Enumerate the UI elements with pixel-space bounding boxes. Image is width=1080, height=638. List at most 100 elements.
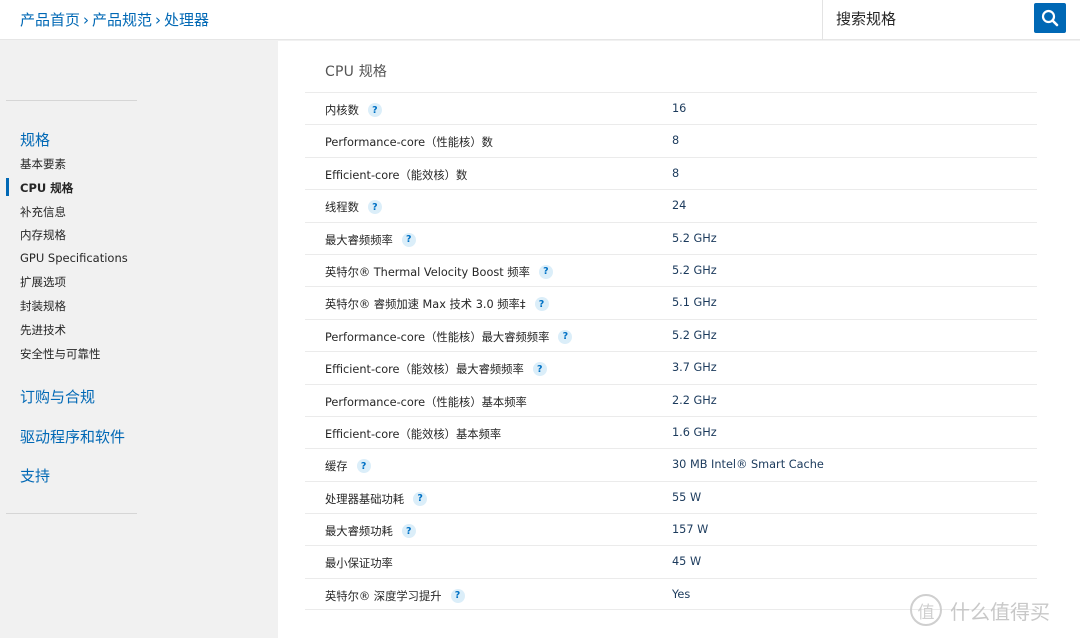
spec-label-text: 最小保证功率 xyxy=(325,557,393,571)
breadcrumb-home-link[interactable]: 产品首页 xyxy=(20,11,80,29)
watermark-text: 什么值得买 xyxy=(950,599,1050,624)
help-icon[interactable]: ? xyxy=(356,459,371,474)
breadcrumb-separator: › xyxy=(83,11,90,29)
help-icon[interactable]: ? xyxy=(401,232,416,247)
sidebar: 规格 基本要素 CPU 规格 补充信息 内存规格 GPU Specificati… xyxy=(0,41,278,638)
sidebar-item-cpu-specs[interactable]: CPU 规格 xyxy=(20,180,73,196)
spec-label: 英特尔® 睿频加速 Max 技术 3.0 频率‡? xyxy=(325,296,549,312)
sidebar-heading-ordering[interactable]: 订购与合规 xyxy=(20,386,95,407)
spec-label-text: Efficient-core（能效核）最大睿频频率 xyxy=(325,363,524,377)
spec-value: 5.2 GHz xyxy=(672,328,717,342)
spec-label: Performance-core（性能核）数 xyxy=(325,134,493,150)
help-icon[interactable]: ? xyxy=(532,362,547,377)
spec-row: Efficient-core（能效核）数 8 xyxy=(305,156,1037,189)
spec-label-text: Efficient-core（能效核）基本频率 xyxy=(325,427,502,441)
spec-value: 3.7 GHz xyxy=(672,361,717,375)
spec-row: Performance-core（性能核）基本频率 2.2 GHz xyxy=(305,383,1037,416)
spec-row: 英特尔® 睿频加速 Max 技术 3.0 频率‡? 5.1 GHz xyxy=(305,286,1037,318)
spec-label: 最大睿频频率? xyxy=(325,232,416,248)
search-input[interactable] xyxy=(836,6,1026,32)
sidebar-item-expansion[interactable]: 扩展选项 xyxy=(20,274,66,290)
sidebar-divider xyxy=(6,513,137,514)
spec-value: 45 W xyxy=(672,555,702,569)
search-divider xyxy=(822,0,823,40)
help-icon[interactable]: ? xyxy=(367,103,382,117)
spec-label: Efficient-core（能效核）最大睿频频率? xyxy=(325,361,547,377)
section-title: CPU 规格 xyxy=(325,64,388,80)
help-icon[interactable]: ? xyxy=(367,200,382,215)
help-icon[interactable]: ? xyxy=(413,491,428,506)
sidebar-item-advanced-tech[interactable]: 先进技术 xyxy=(20,322,66,338)
help-icon[interactable]: ? xyxy=(401,524,416,539)
spec-value: 2.2 GHz xyxy=(672,393,717,407)
spec-label: 内核数? xyxy=(325,102,382,118)
spec-row: Efficient-core（能效核）最大睿频频率? 3.7 GHz xyxy=(305,351,1037,383)
active-item-marker xyxy=(6,178,9,196)
sidebar-item-security[interactable]: 安全性与可靠性 xyxy=(20,346,101,362)
spec-label: Performance-core（性能核）最大睿频频率? xyxy=(325,329,573,345)
sidebar-heading-support[interactable]: 支持 xyxy=(20,465,50,486)
sidebar-divider xyxy=(6,100,137,101)
spec-row: 处理器基础功耗? 55 W xyxy=(305,480,1037,513)
spec-value: 1.6 GHz xyxy=(672,425,717,439)
breadcrumb: 产品首页 › 产品规范 › 处理器 xyxy=(20,9,209,30)
spec-table: 内核数? 16 Performance-core（性能核）数 8 Efficient-c… xyxy=(305,92,1037,611)
help-icon[interactable]: ? xyxy=(558,329,573,344)
breadcrumb-processors-link[interactable]: 处理器 xyxy=(164,11,209,29)
spec-label: 缓存? xyxy=(325,458,371,474)
help-icon[interactable]: ? xyxy=(450,588,465,603)
sidebar-heading-drivers[interactable]: 驱动程序和软件 xyxy=(20,426,125,447)
search-button[interactable] xyxy=(1034,3,1066,33)
sidebar-item-memory[interactable]: 内存规格 xyxy=(20,227,66,243)
spec-label-text: 英特尔® Thermal Velocity Boost 频率 xyxy=(325,265,530,279)
spec-row: Performance-core（性能核）数 8 xyxy=(305,124,1037,156)
spec-row: Performance-core（性能核）最大睿频频率? 5.2 GHz xyxy=(305,318,1037,351)
sidebar-item-gpu[interactable]: GPU Specifications xyxy=(20,251,128,265)
spec-label-text: 最大睿频功耗 xyxy=(325,525,393,539)
spec-row: 缓存? 30 MB Intel® Smart Cache xyxy=(305,448,1037,480)
spec-value: 24 xyxy=(672,199,687,213)
spec-row: 英特尔® Thermal Velocity Boost 频率? 5.2 GHz xyxy=(305,253,1037,286)
sidebar-heading-specs[interactable]: 规格 xyxy=(20,129,50,150)
breadcrumb-separator: › xyxy=(155,11,162,29)
spec-label-text: Performance-core（性能核）数 xyxy=(325,136,493,150)
spec-label-text: 英特尔® 睿频加速 Max 技术 3.0 频率‡ xyxy=(325,298,526,312)
sidebar-item-package[interactable]: 封装规格 xyxy=(20,298,66,314)
spec-value: Yes xyxy=(672,587,691,601)
spec-label-text: 处理器基础功耗 xyxy=(325,492,405,506)
breadcrumb-specs-link[interactable]: 产品规范 xyxy=(92,11,152,29)
help-icon[interactable]: ? xyxy=(534,297,549,312)
spec-value: 8 xyxy=(672,134,680,148)
spec-label: 处理器基础功耗? xyxy=(325,491,428,507)
spec-label: Efficient-core（能效核）数 xyxy=(325,167,467,183)
spec-value: 5.2 GHz xyxy=(672,231,717,245)
spec-label-text: 缓存 xyxy=(325,460,348,474)
sidebar-item-essentials[interactable]: 基本要素 xyxy=(20,156,66,172)
spec-label-text: 线程数 xyxy=(325,201,359,215)
spec-label: 英特尔® 深度学习提升? xyxy=(325,588,465,604)
spec-value: 30 MB Intel® Smart Cache xyxy=(672,458,824,472)
spec-value: 8 xyxy=(672,166,680,180)
spec-row: 最大睿频频率? 5.2 GHz xyxy=(305,221,1037,254)
main-content: CPU 规格 内核数? 16 Performance-core（性能核）数 8 Effi… xyxy=(278,41,1080,638)
spec-label-text: Performance-core（性能核）最大睿频频率 xyxy=(325,330,550,344)
spec-label-text: 内核数 xyxy=(325,104,359,117)
spec-row: 最小保证功率 45 W xyxy=(305,545,1037,577)
spec-label-text: Efficient-core（能效核）数 xyxy=(325,168,468,182)
spec-row: 线程数? 24 xyxy=(305,189,1037,221)
spec-label-text: 英特尔® 深度学习提升 xyxy=(325,589,442,603)
help-icon[interactable]: ? xyxy=(538,264,553,279)
spec-label: 线程数? xyxy=(325,199,382,215)
sidebar-item-supplemental[interactable]: 补充信息 xyxy=(20,204,66,220)
spec-value: 157 W xyxy=(672,523,709,537)
spec-value: 5.1 GHz xyxy=(672,296,717,310)
spec-value: 55 W xyxy=(672,490,702,504)
watermark-logo: 值 xyxy=(910,594,942,626)
spec-row: 最大睿频功耗? 157 W xyxy=(305,513,1037,545)
spec-label-text: 最大睿频频率 xyxy=(325,233,393,247)
spec-label: 最大睿频功耗? xyxy=(325,523,416,539)
search-icon xyxy=(1041,9,1059,27)
spec-row: Efficient-core（能效核）基本频率 1.6 GHz xyxy=(305,415,1037,448)
top-header: 产品首页 › 产品规范 › 处理器 xyxy=(0,0,1080,40)
watermark: 值 什么值得买 xyxy=(910,594,1050,626)
